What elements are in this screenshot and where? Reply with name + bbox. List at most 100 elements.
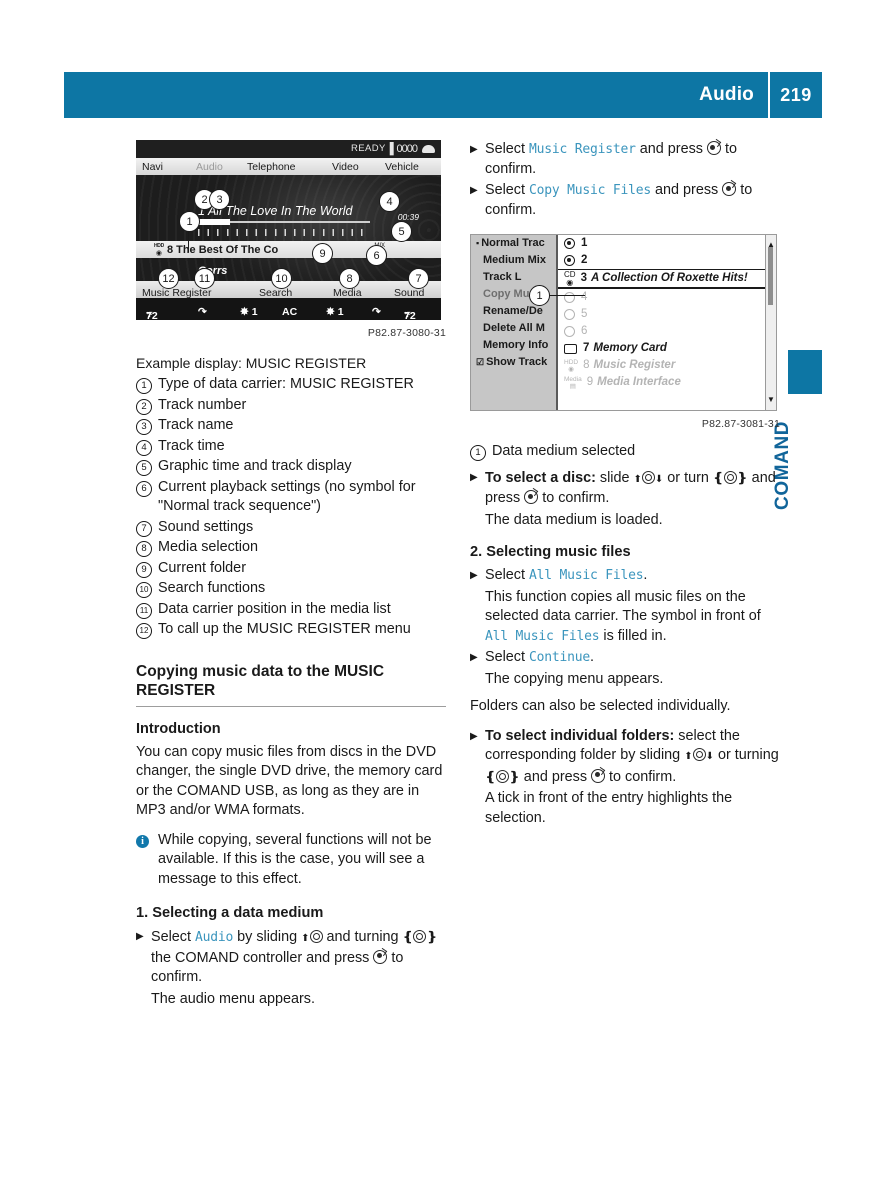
select-all-music-files-text: Select All Music Files. [485, 567, 648, 583]
scrollbar-thumb[interactable] [768, 247, 773, 305]
turn-controller-icon-close: ❵ [736, 469, 748, 485]
legend-label: Media selection [158, 539, 258, 555]
legend-label: Graphic time and track display [158, 458, 352, 474]
progress-fill [198, 219, 230, 225]
comand-screen: READY ▌0000 Navi Audio Telephone Video V… [136, 140, 441, 320]
callout-fig2-1: 1 [529, 285, 550, 306]
slide-up-icon: ⬆ [301, 933, 310, 944]
media-list-screen: ▪ Normal Trac Medium Mix Track L Copy Mus… [470, 234, 777, 411]
continue-result: The copying menu appears. [485, 670, 664, 687]
menu-item-vehicle[interactable]: Vehicle [385, 157, 419, 177]
press-controller-icon [706, 141, 721, 155]
select-continue-text: Select Continue. [485, 649, 595, 665]
left-column: READY ▌0000 Navi Audio Telephone Video V… [136, 140, 446, 1011]
media-row[interactable]: 7 Memory Card [558, 340, 765, 357]
media-row[interactable]: 6 [558, 323, 765, 340]
legend-number: 6 [136, 478, 158, 517]
callout-6: 6 [366, 245, 387, 266]
media-row[interactable]: 4 [558, 289, 765, 306]
legend-label: Track time [158, 437, 225, 454]
media-list-scrollbar[interactable]: ▲ ▼ [765, 235, 776, 410]
bullet-marker-icon: ▪ [476, 238, 480, 248]
mono-audio: Audio [195, 930, 234, 945]
legend-label: To call up the MUSIC REGISTER menu [158, 621, 411, 637]
legend-label: Track name [158, 417, 234, 433]
menu-item-video[interactable]: Video [332, 157, 359, 177]
step2-heading: 2. Selecting music files [470, 544, 631, 560]
section-rule [136, 705, 446, 707]
info-note-text: While copying, several functions will no… [158, 831, 432, 887]
media-row-selected[interactable]: CD ◉ 3 A Collection Of Roxette Hits! [558, 269, 765, 289]
legend-label: Type of data carrier: MUSIC REGISTER [158, 376, 414, 392]
left-menu-item-track-list[interactable]: Track L [471, 269, 556, 286]
callout-4: 4 [379, 191, 400, 212]
mono-copy-music-files: Copy Music Files [529, 183, 652, 198]
legend-number: 4 [136, 437, 158, 457]
radio-empty-icon [564, 309, 575, 320]
disc-result: The data medium is loaded. [485, 511, 663, 528]
left-menu-item-normal-track[interactable]: ▪ Normal Trac [471, 235, 556, 252]
turn-controller-icon-close: ❵ [426, 929, 438, 944]
legend-item: 6 Current playback settings (no symbol f… [136, 478, 446, 517]
radio-filled-icon [564, 238, 575, 249]
track-ticks [198, 229, 370, 236]
progress-display [198, 219, 370, 236]
legend-item: 4 Track time [136, 437, 446, 457]
media-row[interactable]: 5 [558, 306, 765, 323]
callout-9: 9 [312, 243, 333, 264]
left-menu-item-delete-all-music[interactable]: Delete All M [471, 320, 556, 337]
menu-item-telephone[interactable]: Telephone [247, 157, 295, 177]
radio-filled-icon [564, 255, 575, 266]
folders-result: A tick in front of the entry highlights … [485, 790, 733, 826]
step1-bullet: ▶ Select Audio by sliding ⬆ and turning … [136, 927, 446, 988]
left-menu-item-medium-mix[interactable]: Medium Mix [471, 252, 556, 269]
introduction-body: You can copy music files from discs in t… [136, 743, 443, 819]
radio-empty-icon [564, 326, 575, 337]
legend-number: 2 [136, 396, 158, 416]
select-music-register-text: Select Music Register and press to confi… [485, 141, 737, 177]
comand-status-bar: READY ▌0000 [136, 140, 441, 158]
callout-3: 3 [209, 189, 230, 210]
press-controller-icon [373, 949, 388, 964]
mono-all-music-files: All Music Files [529, 568, 644, 583]
triangle-bullet-icon: ▶ [470, 570, 478, 581]
media-row[interactable]: 2 [558, 252, 765, 269]
checkmark-icon: ☑ [476, 357, 485, 367]
page-number: 219 [780, 84, 812, 105]
media-row[interactable]: HDD ◉ 8 Music Register [558, 357, 765, 374]
figure-media-list: ▪ Normal Trac Medium Mix Track L Copy Mus… [470, 234, 780, 434]
left-menu-item-memory-info[interactable]: Memory Info [471, 337, 556, 354]
legend-label: Sound settings [158, 518, 254, 535]
select-all-music-files-step: ▶ Select All Music Files. [470, 566, 780, 586]
mono-music-register: Music Register [529, 142, 636, 157]
left-menu-item-show-track[interactable]: ☑ Show Track [471, 354, 556, 371]
menu-item-navi[interactable]: Navi [142, 157, 163, 177]
select-disc-step: ▶ To select a disc: slide ⬆ ⬇ or turn ❴ ❵ … [470, 468, 780, 509]
info-icon: i [136, 831, 158, 890]
legend-item: 5 Graphic time and track display [136, 457, 446, 477]
media-row[interactable]: Media ▤ 9 Media Interface [558, 374, 765, 391]
side-tab-label: COMAND [772, 420, 793, 510]
continue-result-row: The copying menu appears. [470, 670, 780, 690]
mono-continue: Continue [529, 650, 591, 665]
step1-result-row: The audio menu appears. [136, 990, 446, 1010]
callout-5: 5 [391, 221, 412, 242]
media-interface-icon: Media ▤ [564, 375, 582, 390]
slide-up-icon: ⬆ [633, 473, 642, 485]
menu-item-audio[interactable]: Audio [196, 157, 223, 177]
select-disc-text: To select a disc: slide ⬆ ⬇ or turn ❴ ❵ an… [485, 469, 776, 507]
step1-bullet-text: Select Audio by sliding ⬆ and turning ❴ ❵… [151, 929, 438, 985]
scroll-down-arrow-icon[interactable]: ▼ [767, 390, 775, 410]
media-row[interactable]: 1 [558, 235, 765, 252]
controller-wheel-icon [413, 930, 427, 943]
page-header-bar: Audio 219 [64, 72, 822, 118]
radio-empty-icon [564, 292, 575, 303]
left-menu-item-rename-delete[interactable]: Rename/De [471, 303, 556, 320]
slide-up-icon: ⬆ [684, 751, 693, 762]
press-controller-icon [591, 768, 606, 783]
progress-line [198, 219, 370, 225]
legend-intro: Example display: MUSIC REGISTER [136, 355, 367, 371]
